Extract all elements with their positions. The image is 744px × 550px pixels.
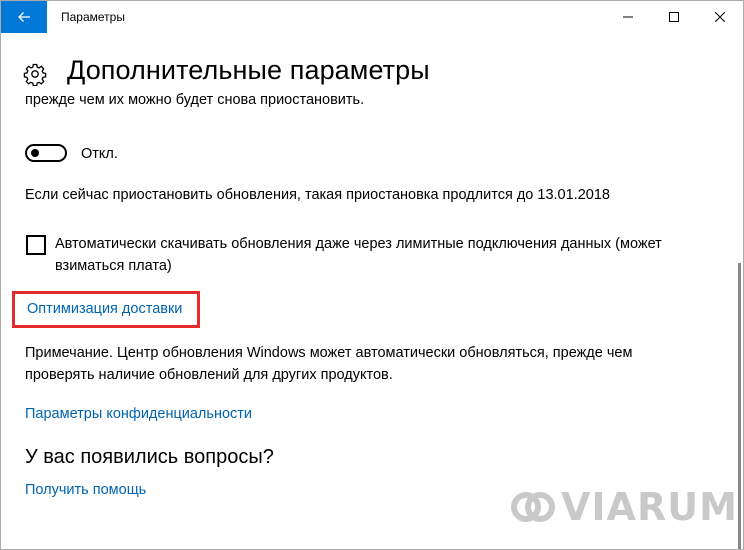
pause-description-tail: прежде чем их можно будет снова приостан…: [25, 92, 365, 108]
gear-icon: [23, 63, 47, 86]
minimize-icon: [623, 16, 633, 18]
back-button[interactable]: [1, 1, 47, 33]
minimize-button[interactable]: [605, 1, 651, 33]
pause-info-text: Если сейчас приостановить обновления, та…: [25, 187, 610, 203]
maximize-icon: [669, 12, 679, 22]
privacy-settings-link[interactable]: Параметры конфиденциальности: [25, 403, 252, 425]
arrow-left-icon: [18, 12, 30, 22]
settings-window: Параметры Дополнительные параметры прежд…: [0, 0, 744, 550]
window-title: Параметры: [61, 10, 125, 24]
title-bar: Параметры: [1, 1, 743, 33]
watermark-text: VIARUM: [561, 485, 738, 529]
toggle-state-label: Откл.: [81, 146, 118, 162]
get-help-link[interactable]: Получить помощь: [25, 479, 146, 501]
scrollbar[interactable]: [738, 263, 741, 549]
questions-heading: У вас появились вопросы?: [25, 446, 274, 468]
metered-download-label: Автоматически скачивать обновления даже …: [55, 236, 662, 274]
watermark: VIARUM: [509, 485, 738, 529]
viarum-logo-icon: [511, 492, 555, 522]
close-button[interactable]: [697, 1, 743, 33]
close-icon: [715, 12, 725, 22]
page-title: Дополнительные параметры: [67, 55, 430, 85]
pause-updates-toggle[interactable]: [25, 144, 67, 162]
note-text: Примечание. Центр обновления Windows мож…: [25, 345, 633, 383]
metered-download-checkbox[interactable]: [26, 235, 46, 255]
toggle-knob: [31, 149, 39, 157]
delivery-optimization-link[interactable]: Оптимизация доставки: [27, 298, 182, 320]
maximize-button[interactable]: [651, 1, 697, 33]
